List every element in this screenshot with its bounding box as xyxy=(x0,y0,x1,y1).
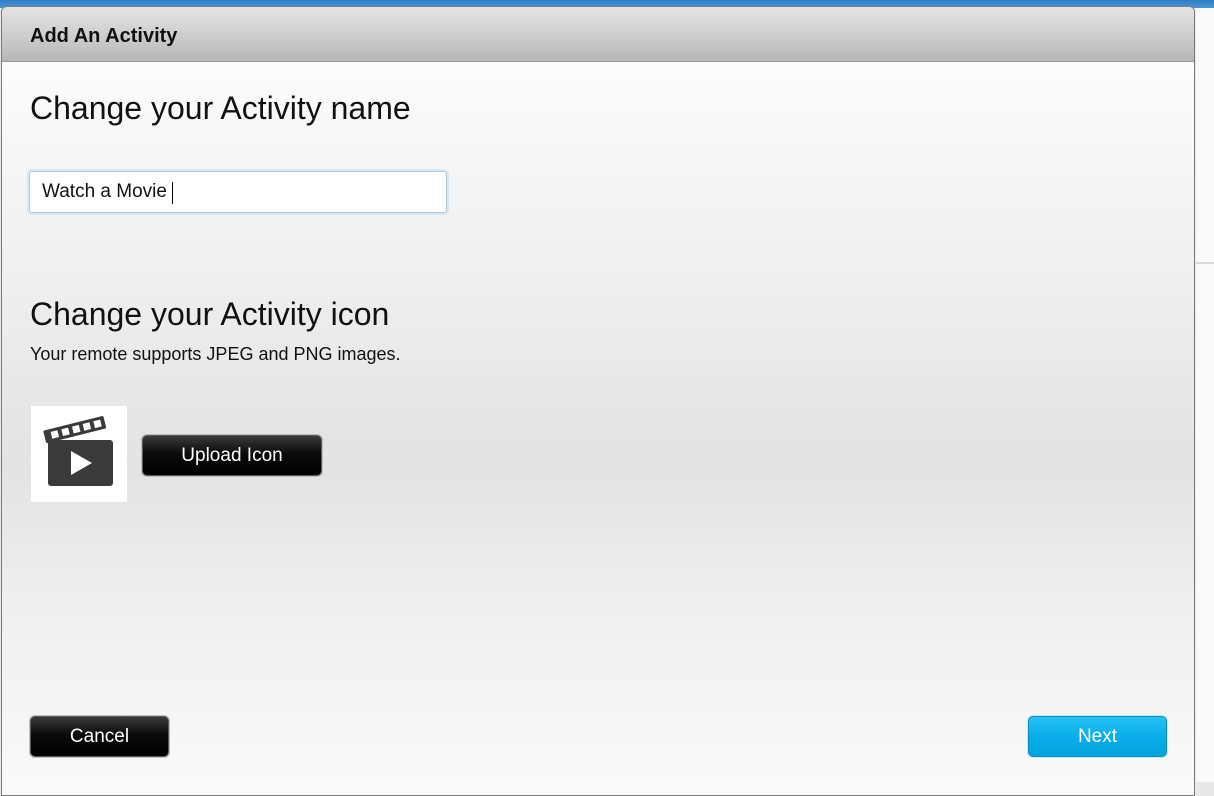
next-button[interactable]: Next xyxy=(1028,716,1167,757)
dialog-title: Add An Activity xyxy=(30,25,178,47)
movie-clapperboard-play-icon xyxy=(43,416,113,486)
background-app-panel xyxy=(1196,8,1214,782)
image-format-note: Your remote supports JPEG and PNG images… xyxy=(30,344,401,364)
activity-name-heading: Change your Activity name xyxy=(30,90,411,126)
activity-name-input[interactable] xyxy=(29,171,447,213)
upload-icon-button[interactable]: Upload Icon xyxy=(142,435,322,476)
dialog-header: Add An Activity xyxy=(2,7,1194,62)
text-caret xyxy=(172,182,173,204)
activity-icon-preview xyxy=(31,406,127,502)
cancel-button[interactable]: Cancel xyxy=(30,716,169,757)
activity-icon-heading: Change your Activity icon xyxy=(30,296,390,332)
background-divider xyxy=(1196,262,1214,264)
add-activity-dialog: Add An Activity Change your Activity nam… xyxy=(1,6,1195,796)
